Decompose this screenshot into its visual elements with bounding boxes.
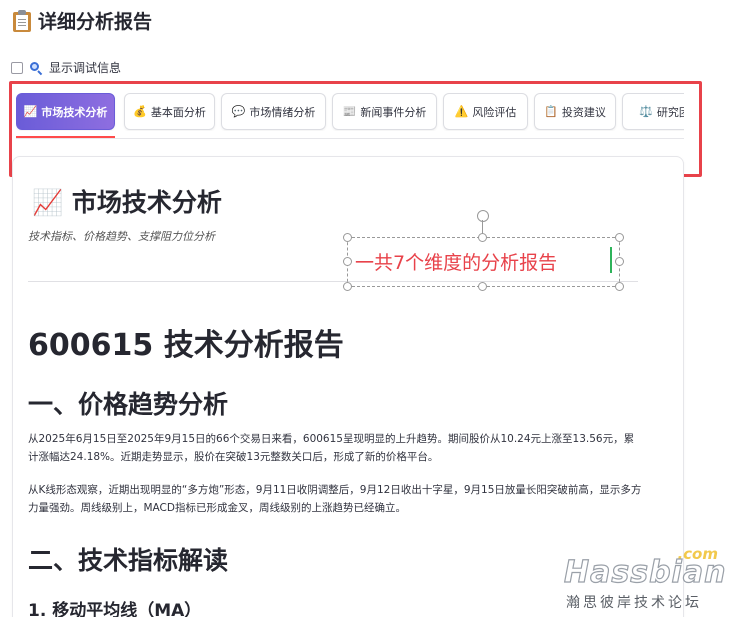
rotate-handle[interactable]	[477, 210, 489, 222]
resize-handle[interactable]	[343, 257, 352, 266]
debug-checkbox[interactable]	[11, 61, 23, 74]
resize-handle[interactable]	[478, 282, 487, 291]
paragraph: 从2025年6月15日至2025年9月15日的66个交易日来看，600615呈现…	[28, 433, 635, 463]
clipboard-icon	[12, 9, 32, 33]
section-subtitle: 技术指标、价格趋势、支撑阻力位分析	[28, 230, 215, 243]
debug-label: 显示调试信息	[49, 61, 122, 75]
text-caret	[610, 247, 612, 273]
watermark-main: Hassbian	[563, 554, 727, 590]
report-title: 600615 技术分析报告	[28, 328, 344, 363]
resize-handle[interactable]	[615, 233, 624, 242]
resize-handle[interactable]	[343, 233, 352, 242]
page-header: 详细分析报告	[12, 7, 152, 34]
heading-price-trend: 一、价格趋势分析	[28, 390, 229, 419]
paragraph: 从K线形态观察，近期出现明显的“多方炮”形态，9月11日收阴调整后，9月12日收…	[28, 484, 642, 514]
annotation-text[interactable]: 一共7个维度的分析报告	[355, 248, 557, 275]
section-header: 📈 市场技术分析	[28, 183, 222, 219]
resize-handle[interactable]	[615, 282, 624, 291]
heading-moving-average: 1. 移动平均线（MA）	[28, 601, 202, 617]
debug-toggle[interactable]: 显示调试信息	[11, 59, 121, 76]
magnifier-icon	[29, 61, 43, 75]
watermark-logo: .com Hassbian 瀚思彼岸技术论坛	[560, 545, 730, 611]
resize-handle[interactable]	[615, 257, 624, 266]
resize-handle[interactable]	[478, 233, 487, 242]
resize-handle[interactable]	[343, 282, 352, 291]
page-title: 详细分析报告	[38, 11, 153, 33]
section-title: 📈 市场技术分析	[32, 188, 222, 217]
watermark-sub: 瀚思彼岸技术论坛	[566, 595, 702, 611]
heading-tech-indicators: 二、技术指标解读	[28, 546, 229, 575]
